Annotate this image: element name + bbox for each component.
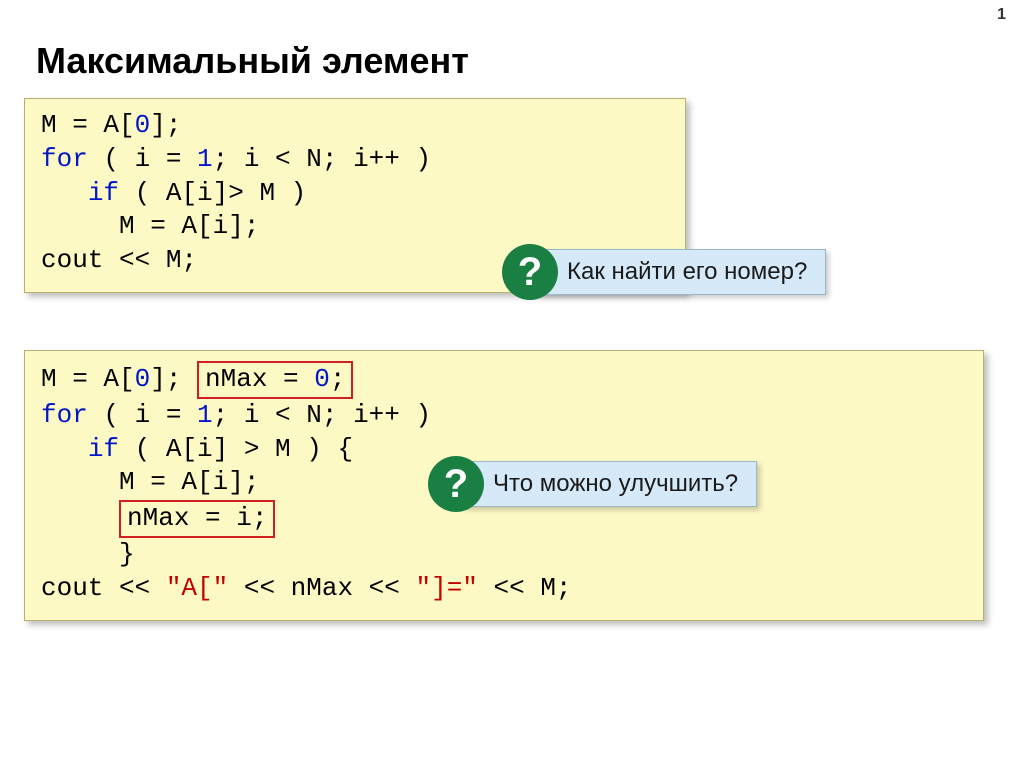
page-number: 1 [997, 6, 1006, 24]
code-line: for ( i = 1; i < N; i++ ) [41, 399, 967, 433]
code-line: M = A[i]; [41, 210, 669, 244]
code-line: for ( i = 1; i < N; i++ ) [41, 143, 669, 177]
question-mark-icon: ? [428, 456, 484, 512]
slide-title: Максимальный элемент [36, 40, 469, 82]
code-line: } [41, 538, 967, 572]
highlight-box: nMax = i; [119, 500, 275, 538]
code-line: cout << "A[" << nMax << "]=" << M; [41, 572, 967, 606]
question-text: Что можно улучшить? [462, 461, 757, 507]
question-callout-1: ? Как найти его номер? [502, 244, 826, 300]
code-line: if ( A[i]> M ) [41, 177, 669, 211]
highlight-box: nMax = 0; [197, 361, 353, 399]
code-line: M = A[0]; nMax = 0; [41, 361, 967, 399]
slide: 1 Максимальный элемент M = A[0]; for ( i… [0, 0, 1024, 767]
question-text: Как найти его номер? [536, 249, 826, 295]
code-line: M = A[0]; [41, 109, 669, 143]
question-callout-2: ? Что можно улучшить? [428, 456, 757, 512]
question-mark-icon: ? [502, 244, 558, 300]
